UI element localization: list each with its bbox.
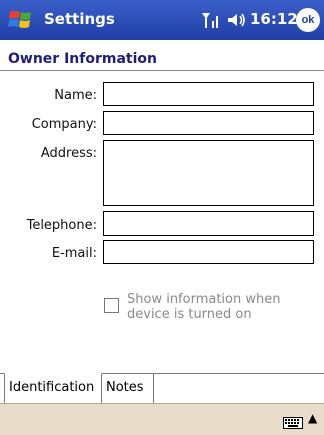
name-field[interactable] xyxy=(103,82,314,106)
show-info-checkbox-label[interactable]: Show information when device is turned o… xyxy=(127,292,297,322)
email-field[interactable] xyxy=(103,240,314,264)
clock[interactable]: 16:12 xyxy=(250,10,298,28)
company-label: Company: xyxy=(31,117,97,132)
name-label: Name: xyxy=(54,88,97,103)
signal-icon[interactable] xyxy=(200,10,222,30)
menu-bar: ▲ xyxy=(0,403,324,435)
title-bar: Settings 16:12 ok xyxy=(0,0,324,40)
tab-bar: Identification Notes xyxy=(0,373,324,404)
telephone-label: Telephone: xyxy=(26,218,97,233)
page-title: Owner Information xyxy=(8,51,157,67)
address-label: Address: xyxy=(40,146,97,161)
tab-notes[interactable]: Notes xyxy=(102,374,154,403)
show-info-checkbox[interactable] xyxy=(104,298,119,313)
company-field[interactable] xyxy=(103,111,314,135)
windows-flag-icon xyxy=(8,11,31,28)
tab-identification[interactable]: Identification xyxy=(4,373,102,403)
ok-button[interactable]: ok xyxy=(296,8,320,32)
speaker-icon[interactable] xyxy=(226,10,248,30)
telephone-field[interactable] xyxy=(103,211,314,236)
address-field[interactable] xyxy=(103,140,314,206)
email-label: E-mail: xyxy=(51,246,97,261)
up-arrow-icon[interactable]: ▲ xyxy=(308,411,317,425)
page-header: Owner Information xyxy=(0,40,324,71)
start-menu-button[interactable] xyxy=(6,8,38,32)
app-title: Settings xyxy=(44,10,115,28)
keyboard-icon[interactable] xyxy=(283,414,303,429)
